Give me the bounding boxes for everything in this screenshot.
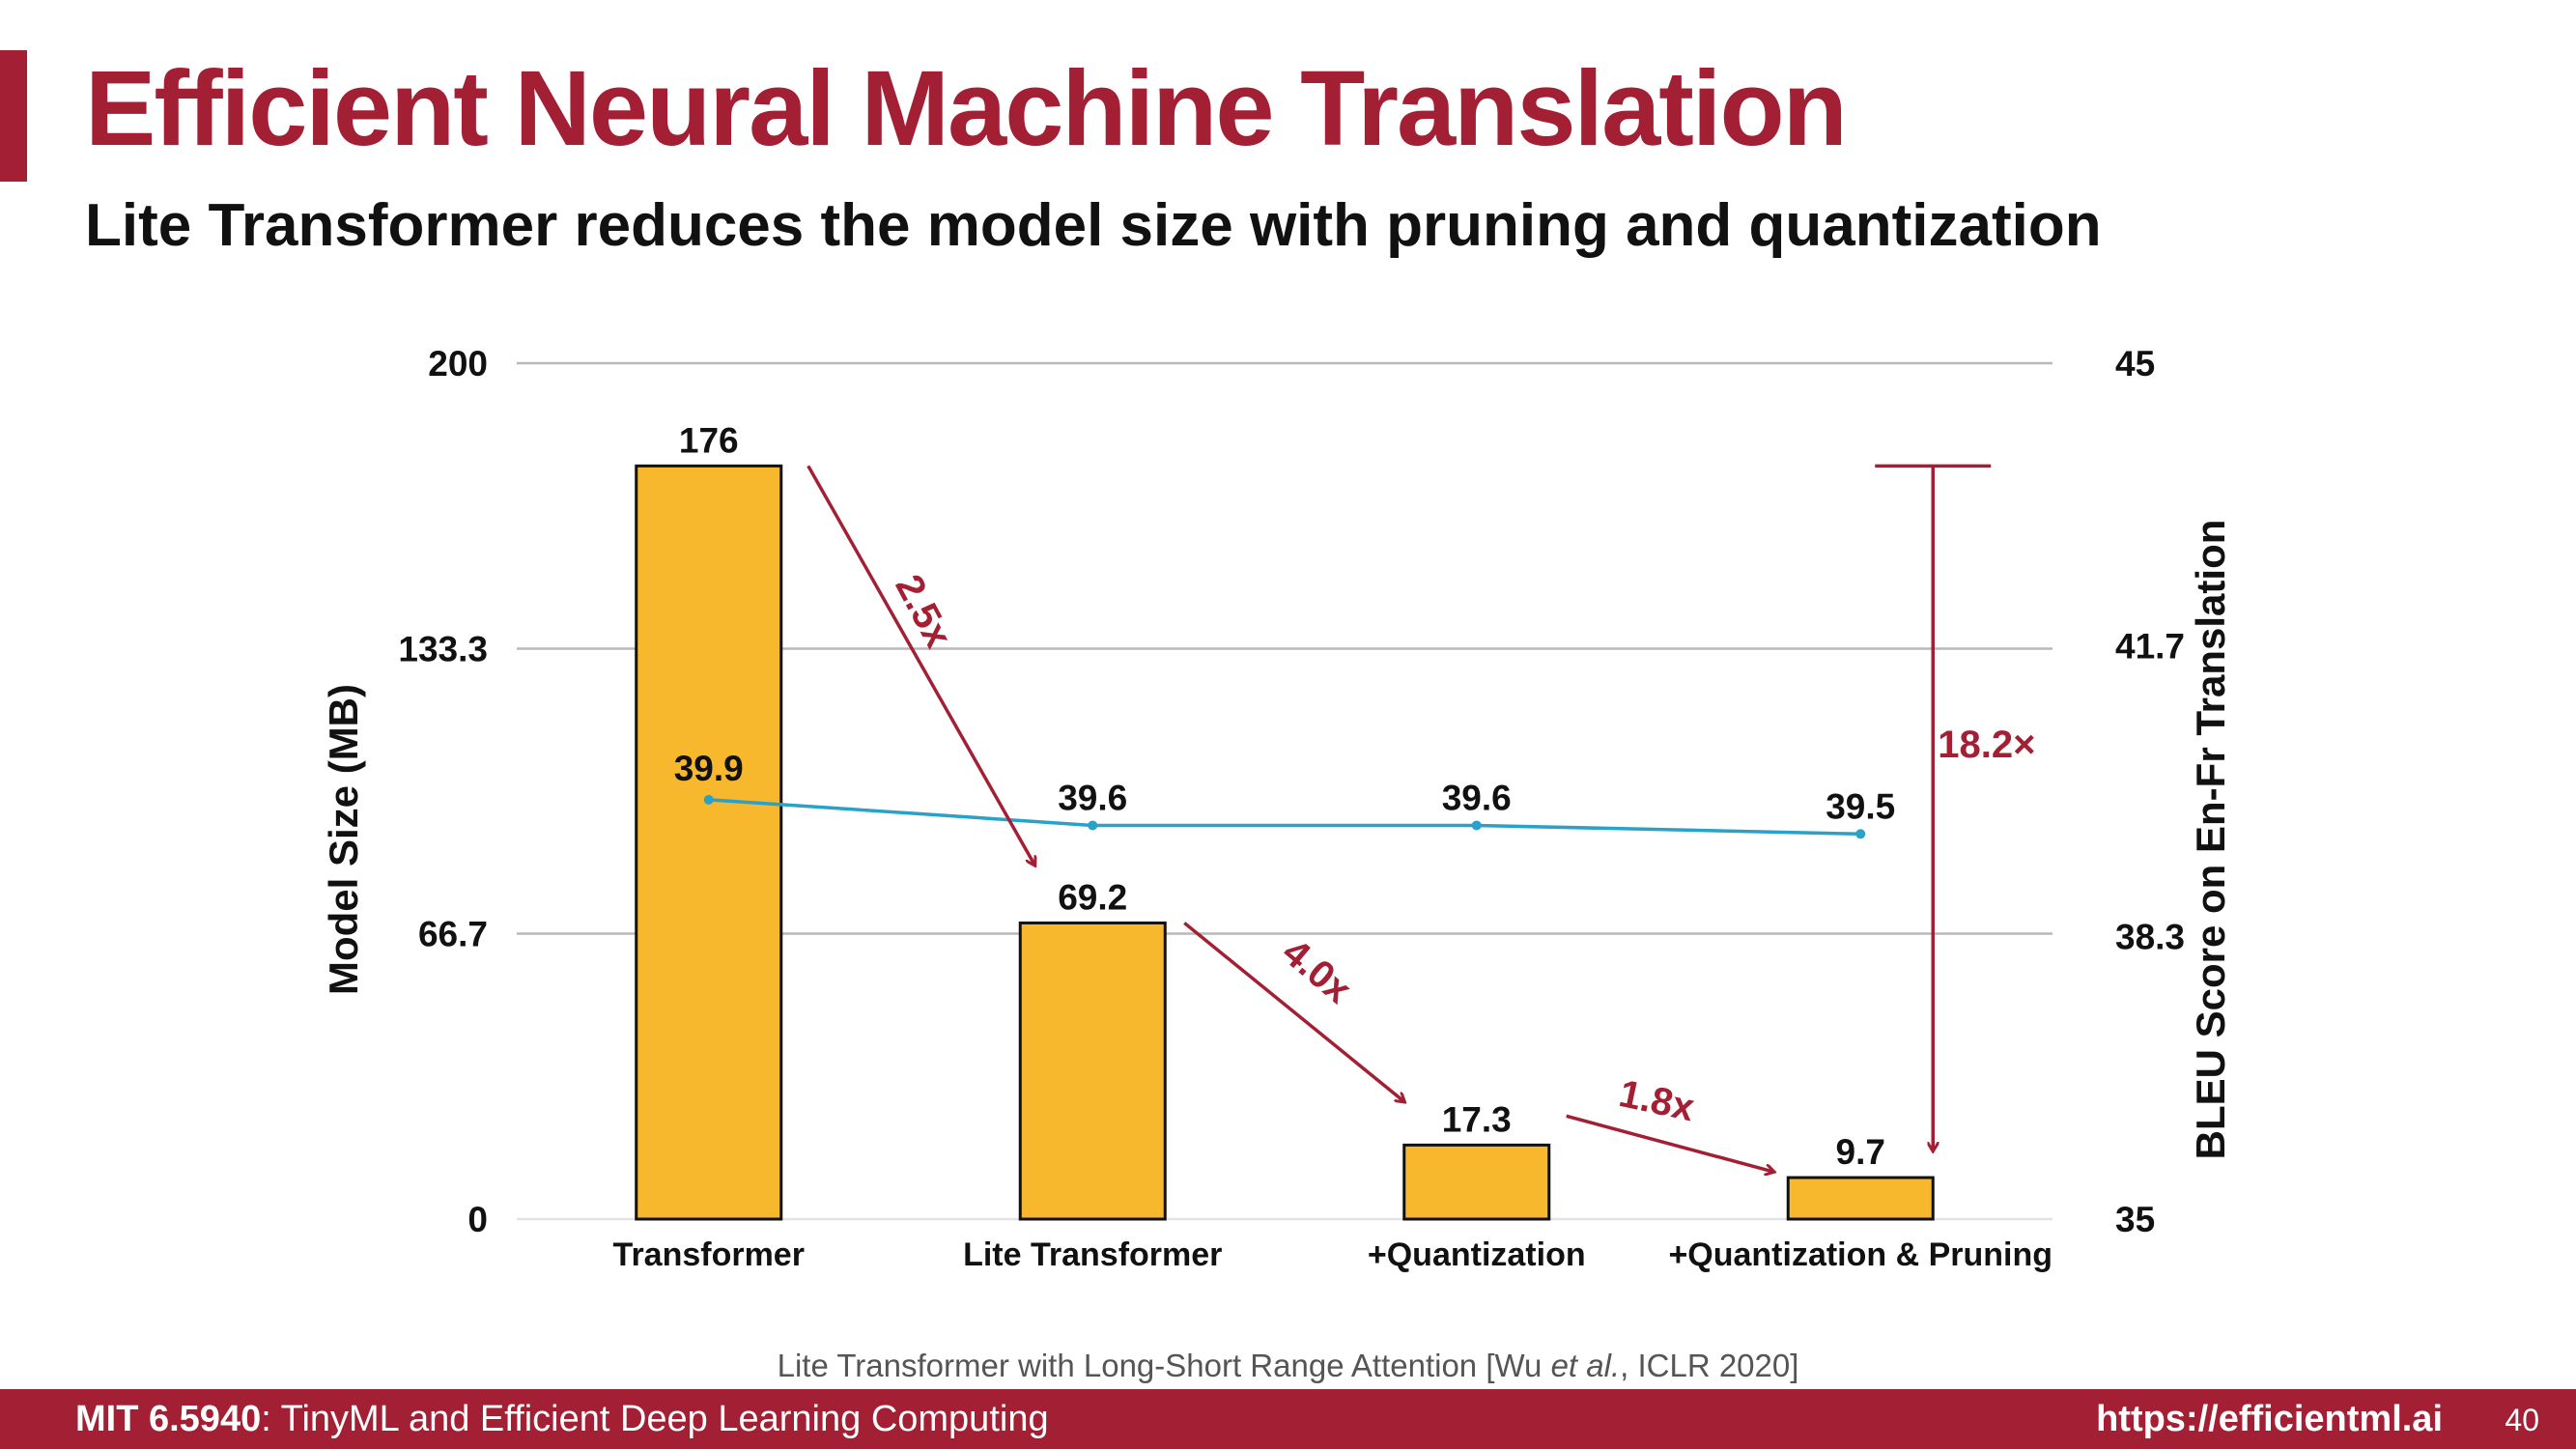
reduction-label: 4.0x xyxy=(1274,931,1359,1012)
bar xyxy=(1402,1143,1551,1221)
bleu-line xyxy=(708,798,1861,837)
model-size-chart: 0 66.7 133.3 200 35 38.3 41.7 45 Model Size (MB)… xyxy=(321,344,2233,1273)
bleu-value-label: 39.9 xyxy=(674,749,744,788)
bar xyxy=(635,464,783,1221)
y-tick-label: 133.3 xyxy=(398,629,488,668)
bar xyxy=(1786,1176,1935,1221)
reduction-label: 2.5x xyxy=(887,568,959,654)
bleu-value-label: 39.6 xyxy=(1058,778,1127,817)
bleu-point xyxy=(1855,829,1866,839)
x-tick-label: Transformer xyxy=(613,1236,805,1273)
footer-course: MIT 6.5940: TinyML and Efficient Deep Le… xyxy=(75,1399,1049,1440)
bar-value-label: 9.7 xyxy=(1836,1132,1885,1172)
citation-prefix: Lite Transformer with Long-Short Range A… xyxy=(777,1348,1551,1383)
bleu-value-label: 39.5 xyxy=(1826,786,1895,826)
y2-tick-label: 41.7 xyxy=(2115,626,2185,666)
bar-value-label: 176 xyxy=(679,420,739,460)
y-tick-label: 66.7 xyxy=(418,915,488,954)
x-tick-label: Lite Transformer xyxy=(963,1236,1222,1273)
overall-reduction-label: 18.2× xyxy=(1938,724,2035,766)
bleu-value-label: 39.6 xyxy=(1442,778,1512,817)
y-tick-label: 0 xyxy=(467,1200,488,1239)
y2-axis-title: BLEU Score on En-Fr Translation xyxy=(2188,520,2233,1160)
footer-bar: MIT 6.5940: TinyML and Efficient Deep Le… xyxy=(0,1389,2576,1449)
y-axis-title: Model Size (MB) xyxy=(321,684,366,995)
bleu-point xyxy=(703,794,714,805)
footer-course-title: : TinyML and Efficient Deep Learning Com… xyxy=(261,1399,1049,1439)
y2-tick-label: 45 xyxy=(2115,344,2155,384)
y2-tick-label: 35 xyxy=(2115,1200,2155,1239)
citation-italic: et al. xyxy=(1550,1348,1621,1383)
citation: Lite Transformer with Long-Short Range A… xyxy=(0,1348,2576,1384)
bar-value-label: 17.3 xyxy=(1442,1099,1512,1139)
page-number: 40 xyxy=(2505,1403,2539,1437)
x-tick-label: +Quantization xyxy=(1368,1236,1586,1273)
reduction-arrow xyxy=(807,465,1035,865)
y2-tick-label: 38.3 xyxy=(2115,918,2185,957)
bleu-point xyxy=(1088,820,1098,831)
footer-course-code: MIT 6.5940 xyxy=(75,1399,262,1439)
x-tick-label: +Quantization & Pruning xyxy=(1668,1236,2052,1273)
bar xyxy=(1018,921,1167,1221)
bar-value-label: 69.2 xyxy=(1058,877,1127,917)
citation-suffix: , ICLR 2020] xyxy=(1620,1348,1799,1383)
reduction-label: 1.8x xyxy=(1616,1072,1698,1129)
bleu-point xyxy=(1471,820,1482,831)
footer-url-link[interactable]: https://efficientml.ai xyxy=(2096,1399,2443,1440)
y-tick-label: 200 xyxy=(428,344,488,384)
